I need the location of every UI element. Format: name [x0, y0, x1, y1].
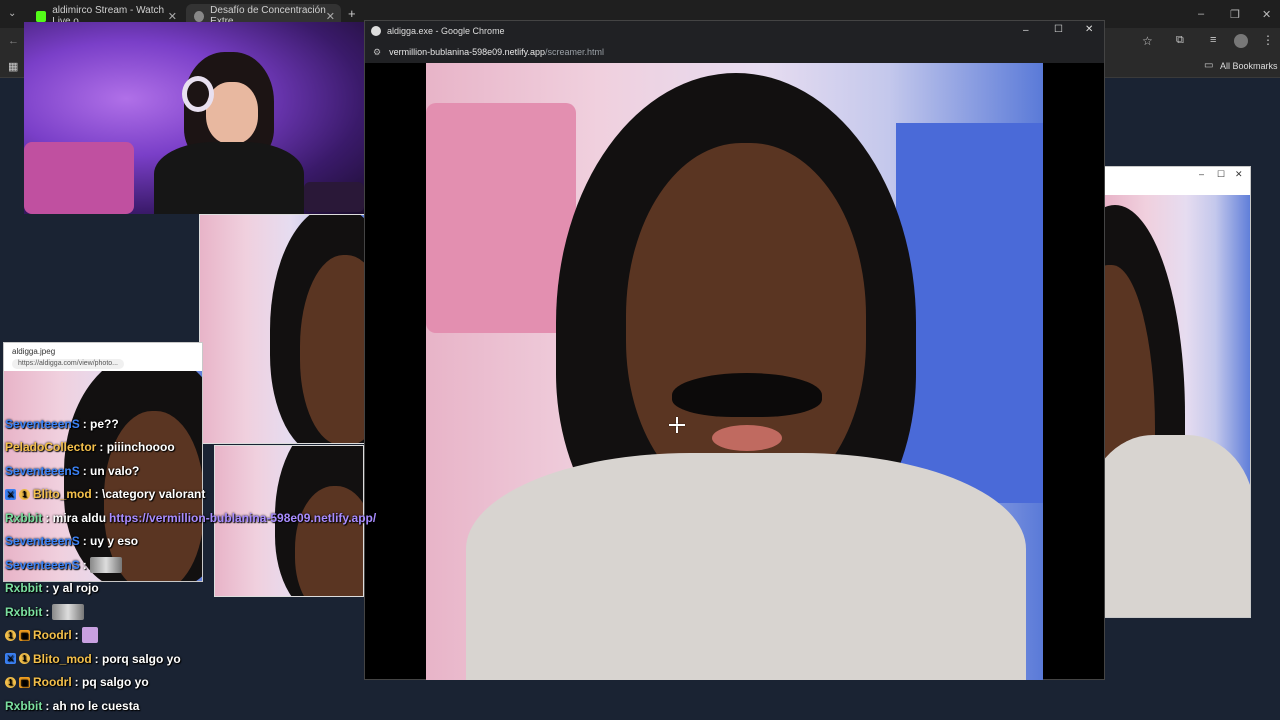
new-tab-button[interactable]: + — [348, 6, 356, 21]
close-icon[interactable]: ✕ — [326, 10, 335, 23]
chat-overlay: SeventeeenS : pe?? PeladoCollector : pii… — [0, 412, 400, 718]
chat-text: : y al rojo — [45, 581, 99, 596]
chat-message: Rxbbit : — [0, 600, 400, 624]
chat-message: SeventeeenS : — [0, 553, 400, 577]
close-icon[interactable]: ✕ — [1235, 169, 1243, 180]
minimize-icon[interactable]: – — [1023, 25, 1029, 36]
globe-icon — [194, 10, 205, 22]
chat-text: : un valo? — [82, 463, 140, 478]
chat-text: : piiinchoooo — [99, 440, 175, 455]
chat-username[interactable]: Rxbbit — [5, 699, 42, 713]
url-path: /screamer.html — [545, 47, 605, 57]
screamer-photo — [426, 63, 1043, 680]
close-icon[interactable]: ✕ — [1085, 24, 1093, 35]
tab-search-icon[interactable]: ⌄ — [8, 8, 16, 19]
star-icon[interactable]: ☆ — [1142, 34, 1153, 48]
close-icon[interactable]: ✕ — [168, 10, 177, 23]
apps-icon[interactable]: ▦ — [8, 60, 18, 73]
chat-message: 1 ▣ Roodrl : pq salgo yo — [0, 671, 400, 695]
chat-link[interactable]: https://vermillion-bublanina-598e09.netl… — [109, 511, 376, 525]
popup-header: aldigga.jpeg https://aldigga.com/view/ph… — [4, 343, 202, 371]
chat-message: 1 ▣ Roodrl : — [0, 624, 400, 648]
minimize-icon[interactable]: – — [1199, 169, 1204, 179]
chat-username[interactable]: Roodrl — [33, 628, 72, 642]
chat-text: : uy y eso — [82, 534, 139, 549]
sub-badge-icon: 1 — [5, 676, 16, 688]
mod-badge-icon: ⚔ — [5, 488, 16, 500]
mod-badge-icon: ⚔ — [5, 653, 16, 665]
chat-message: SeventeeenS : un valo? — [0, 459, 400, 483]
extensions-icon[interactable]: ⧉ — [1176, 34, 1184, 47]
minimize-icon[interactable]: – — [1198, 8, 1204, 20]
restore-icon[interactable]: ❐ — [1230, 8, 1240, 21]
popup-url: https://aldigga.com/view/photo... — [12, 359, 124, 369]
chat-message: ⚔ 1 Blito_mod : porq salgo yo — [0, 647, 400, 671]
chat-username[interactable]: SeventeeenS — [5, 417, 80, 431]
chat-username[interactable]: Blito_mod — [33, 652, 92, 666]
gift-badge-icon: ▣ — [19, 676, 30, 688]
reading-list-icon[interactable]: ≡ — [1210, 34, 1216, 46]
chat-message: Rxbbit : y al rojo — [0, 577, 400, 601]
photo-popup-right: – ☐ ✕ — [1104, 166, 1251, 618]
main-address-bar[interactable]: ⚙ vermillion-bublanina-598e09.netlify.ap… — [365, 41, 1104, 63]
main-browser-window: aldigga.exe - Google Chrome – ☐ ✕ ⚙ verm… — [364, 20, 1105, 680]
chat-text: : pe?? — [82, 416, 119, 431]
chat-text: : — [45, 604, 50, 619]
popup-right-titlebar: – ☐ ✕ — [1105, 167, 1250, 195]
kick-icon — [36, 10, 47, 22]
chat-text: : \category valorant — [94, 487, 206, 502]
menu-icon[interactable]: ⋮ — [1262, 33, 1274, 47]
chat-username[interactable]: SeventeeenS — [5, 558, 80, 572]
chat-username[interactable]: PeladoCollector — [5, 440, 96, 454]
webcam-feed — [24, 22, 365, 214]
sub-badge-icon: 1 — [19, 488, 30, 500]
chat-message: ⚔ 1 Blito_mod : \category valorant — [0, 483, 400, 507]
chrome-icon — [371, 26, 381, 36]
sub-badge-icon: 1 — [19, 653, 30, 665]
profile-icon[interactable] — [1234, 34, 1248, 48]
emote-image — [89, 556, 122, 573]
chat-username[interactable]: Blito_mod — [33, 487, 92, 501]
main-window-title: aldigga.exe - Google Chrome — [387, 26, 505, 36]
chat-message: Rxbbit : mira aldu https://vermillion-bu… — [0, 506, 400, 530]
site-info-icon[interactable]: ⚙ — [373, 47, 381, 58]
chat-username[interactable]: SeventeeenS — [5, 534, 80, 548]
chat-username[interactable]: Rxbbit — [5, 605, 42, 619]
all-bookmarks-label[interactable]: All Bookmarks — [1220, 61, 1278, 71]
chat-text: : ah no le cuesta — [45, 698, 140, 713]
crosshair-cursor — [669, 417, 685, 433]
emote-image — [52, 603, 85, 620]
photo-popup-left — [199, 214, 365, 444]
chat-text: : mira aldu — [45, 510, 107, 525]
chat-username[interactable]: Roodrl — [33, 675, 72, 689]
chat-message: SeventeeenS : uy y eso — [0, 530, 400, 554]
chat-username[interactable]: Rxbbit — [5, 511, 42, 525]
gift-badge-icon: ▣ — [19, 629, 30, 641]
chat-text: : — [74, 628, 79, 643]
chat-message: PeladoCollector : piiinchoooo — [0, 436, 400, 460]
back-icon[interactable]: ← — [8, 35, 19, 47]
popup-title: aldigga.jpeg — [12, 347, 56, 356]
url-host: vermillion-bublanina-598e09.netlify.app — [389, 47, 546, 57]
chat-message: SeventeeenS : pe?? — [0, 412, 400, 436]
folder-icon: ▭ — [1204, 60, 1214, 71]
chat-text: : porq salgo yo — [94, 651, 181, 666]
emote-image — [81, 627, 98, 644]
chat-username[interactable]: SeventeeenS — [5, 464, 80, 478]
chat-text: : — [82, 557, 87, 572]
maximize-icon[interactable]: ☐ — [1054, 24, 1063, 35]
main-window-titlebar: aldigga.exe - Google Chrome – ☐ ✕ — [365, 21, 1104, 41]
sub-badge-icon: 1 — [5, 629, 16, 641]
chat-username[interactable]: Rxbbit — [5, 581, 42, 595]
close-icon[interactable]: ✕ — [1262, 8, 1271, 21]
maximize-icon[interactable]: ☐ — [1217, 169, 1225, 180]
chat-text: : pq salgo yo — [74, 675, 149, 690]
chat-message: Rxbbit : ah no le cuesta — [0, 694, 400, 718]
